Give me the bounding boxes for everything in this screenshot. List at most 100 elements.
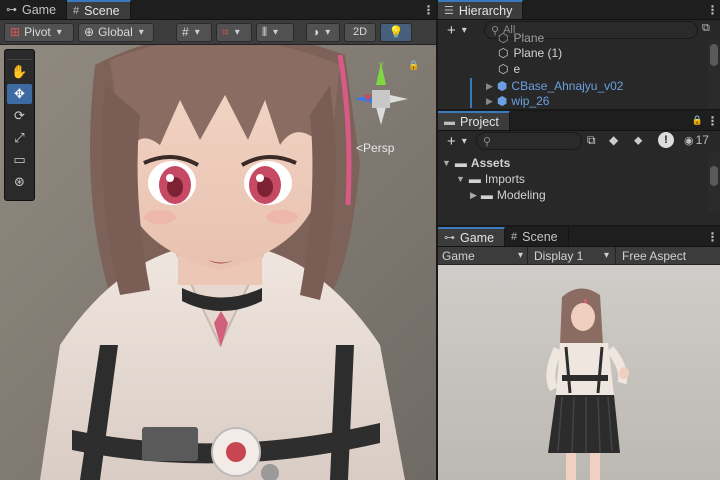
prefab-icon: ⬢ [496, 94, 508, 108]
move-tool-icon[interactable]: ✥ [7, 84, 32, 104]
hierarchy-search-options-icon[interactable]: ⧉ [702, 22, 710, 35]
aspect-dropdown[interactable]: Free Aspect [616, 247, 720, 265]
lighting-toggle[interactable]: 💡 [380, 22, 412, 42]
gizmo-ruler-button[interactable]: ⫴ [256, 22, 294, 42]
search-by-type-icon[interactable]: ⧉ [587, 133, 596, 148]
pivot-icon: ⊞ [10, 25, 21, 39]
display-label: Display 1 [534, 248, 584, 263]
project-scroll-thumb[interactable] [710, 166, 718, 186]
folder-icon: ▬ [444, 115, 455, 128]
gizmo-lock-icon[interactable]: 🔒 [408, 60, 419, 71]
hierarchy-item-label: e [513, 62, 521, 76]
hierarchy-item-label: wip_26 [511, 94, 550, 108]
global-dropdown[interactable]: ⊕ Global [78, 22, 154, 42]
game-tabbar: ⊶ Game # Scene ⋮ [438, 227, 720, 247]
hierarchy-item[interactable]: ⬡ Plane (1) [498, 45, 562, 61]
tab-scene-view-label: Scene [522, 229, 558, 244]
project-folder-item[interactable]: ▼ ▬ Imports [456, 171, 525, 187]
project-add-button[interactable]: + [442, 132, 472, 151]
project-tabbar: ▬ Project 🔒 ⋮ [438, 111, 720, 131]
mode-2d-toggle[interactable]: 2D [344, 22, 376, 42]
tab-project[interactable]: ▬ Project [438, 111, 510, 130]
game-character-render [438, 265, 720, 480]
hierarchy-add-button[interactable]: + [442, 21, 472, 40]
scene-menu-icon[interactable]: ⋮ [420, 0, 436, 19]
tab-scene-label: Scene [84, 3, 120, 18]
prefab-override-bar [470, 78, 472, 108]
grid-snap-button[interactable]: # [176, 22, 212, 42]
filter-by-type-icon[interactable]: ◆ [609, 133, 618, 147]
game-mode-dropdown[interactable]: Game [438, 246, 528, 265]
grid-icon: # [73, 4, 80, 17]
expand-arrow-icon[interactable]: ▼ [456, 174, 465, 184]
project-folder-item[interactable]: ▼ ▬ Assets [442, 155, 510, 171]
hierarchy-item[interactable]: ⬡ e [498, 61, 520, 77]
hidden-packages-toggle[interactable]: ◉ 17 [684, 133, 709, 147]
mode-2d-label: 2D [352, 26, 368, 38]
project-folder-label: Modeling [496, 188, 546, 202]
expand-arrow-icon[interactable]: ▼ [442, 158, 451, 168]
hierarchy-item-label: Plane (1) [513, 46, 563, 60]
display-dropdown[interactable]: Display 1 [528, 246, 616, 265]
tool-palette-grip[interactable] [7, 52, 32, 60]
project-menu-icon[interactable]: ⋮ [704, 111, 720, 130]
project-lock-icon[interactable]: 🔒 [690, 111, 704, 130]
scene-tabbar: ⊶ Game # Scene ⋮ [0, 0, 436, 20]
project-search-input[interactable]: ⚲ [476, 132, 582, 150]
tab-game-label: Game [22, 2, 57, 17]
tab-game[interactable]: ⊶ Game [0, 0, 68, 19]
hierarchy-item-label: CBase_Ahnajyu_v02 [511, 79, 624, 93]
warning-icon[interactable]: ! [658, 132, 674, 148]
project-scrollbar[interactable] [708, 152, 720, 212]
filter-by-label-icon[interactable]: ⬥ [634, 133, 642, 148]
hierarchy-scroll-thumb[interactable] [710, 44, 718, 66]
tab-scene-view[interactable]: # Scene [505, 227, 569, 246]
increment-snap-button[interactable]: ⌗ [216, 22, 252, 42]
gameobject-icon: ⬡ [498, 62, 509, 76]
tab-game-view[interactable]: ⊶ Game [438, 227, 506, 246]
hierarchy-scrollbar[interactable] [708, 40, 720, 108]
draw-mode-dropdown[interactable]: ◑ [306, 22, 340, 42]
hierarchy-item[interactable]: ▶ ⬢ CBase_Ahnajyu_v02 [486, 78, 623, 94]
hierarchy-item[interactable]: ▶ ⬢ wip_26 [486, 93, 549, 109]
list-icon: ☰ [444, 5, 454, 17]
gamepad-icon: ⊶ [444, 232, 455, 244]
visible-package-count: 17 [695, 133, 709, 147]
pivot-dropdown[interactable]: ⊞ Pivot [4, 22, 74, 42]
aspect-label: Free Aspect [622, 248, 687, 263]
expand-arrow-icon[interactable]: ▶ [486, 81, 493, 92]
global-label: Global [98, 25, 133, 39]
plus-icon: + [447, 22, 456, 39]
pivot-label: Pivot [24, 25, 51, 39]
tab-hierarchy[interactable]: ☰ Hierarchy [438, 0, 524, 19]
hierarchy-item-label: Plane [513, 31, 545, 45]
game-mode-label: Game [442, 248, 475, 263]
tab-scene[interactable]: # Scene [67, 0, 131, 19]
game-viewport[interactable] [438, 265, 720, 480]
folder-icon: ▬ [480, 188, 493, 202]
tab-project-label: Project [460, 114, 499, 129]
expand-arrow-icon[interactable]: ▶ [470, 190, 477, 201]
plus-icon: + [447, 133, 456, 150]
hierarchy-menu-icon[interactable]: ⋮ [704, 0, 720, 19]
scene-viewport[interactable]: y 🔒 <Persp ✋ ✥ ⟳ ⤢ ▭ ⊛ [0, 45, 436, 480]
prefab-icon: ⬢ [496, 79, 508, 93]
tool-palette: ✋ ✥ ⟳ ⤢ ▭ ⊛ [4, 49, 35, 201]
expand-arrow-icon[interactable]: ▶ [486, 96, 493, 107]
project-folder-label: Imports [484, 172, 525, 186]
eye-icon: ◉ [684, 134, 694, 147]
scale-tool-icon[interactable]: ⤢ [7, 128, 32, 148]
rotate-tool-icon[interactable]: ⟳ [7, 106, 32, 126]
grid-snap-icon: # [182, 25, 189, 39]
hand-tool-icon[interactable]: ✋ [7, 62, 32, 82]
transform-tool-icon[interactable]: ⊛ [7, 172, 32, 192]
gameobject-icon: ⬡ [498, 46, 509, 60]
globe-icon: ⊕ [84, 25, 95, 39]
projection-label[interactable]: <Persp [356, 141, 394, 155]
project-folder-item[interactable]: ▶ ▬ Modeling [470, 187, 546, 203]
gameobject-icon: ⬡ [498, 31, 509, 45]
rect-tool-icon[interactable]: ▭ [7, 150, 32, 170]
game-menu-icon[interactable]: ⋮ [704, 227, 720, 246]
scene-orientation-gizmo[interactable]: y [346, 53, 416, 133]
hierarchy-item[interactable]: ⬡ Plane [498, 30, 544, 46]
